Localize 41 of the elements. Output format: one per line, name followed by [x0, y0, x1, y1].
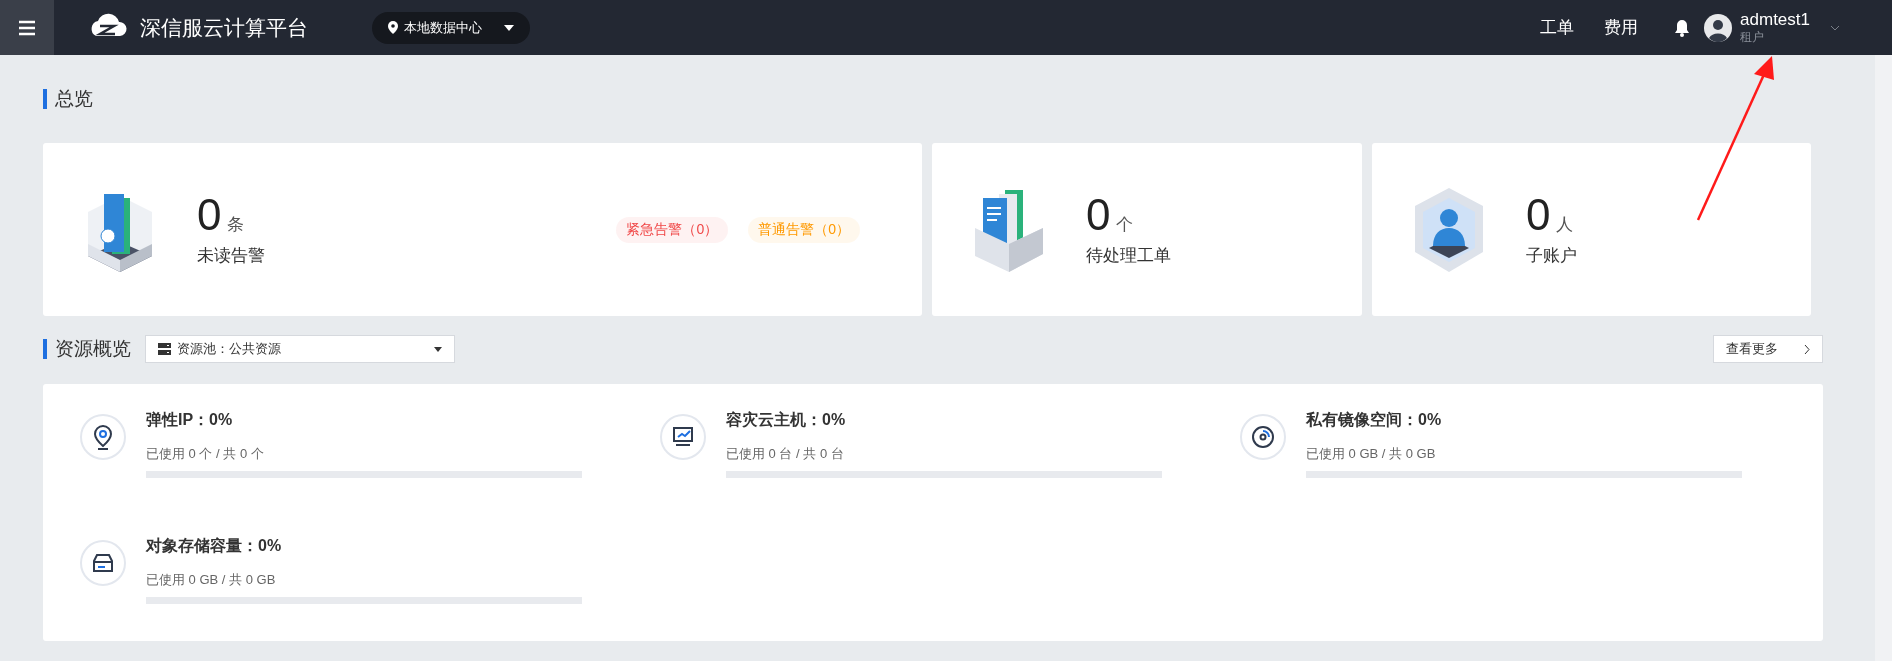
count-value: 0 — [1086, 192, 1111, 238]
menu-icon — [18, 19, 36, 36]
resource-title: 私有镜像空间：0% — [1306, 410, 1443, 430]
avatar-icon[interactable] — [1704, 13, 1733, 42]
chevron-right-icon — [1804, 343, 1810, 355]
caret-icon — [434, 346, 442, 352]
section-title: 总览 — [43, 89, 93, 109]
count-unit: 人 — [1556, 214, 1574, 236]
server-icon — [158, 343, 171, 355]
datacenter-selector[interactable]: 本地数据中心 — [372, 11, 530, 44]
resource-pool-select[interactable]: 资源池：公共资源 — [145, 335, 455, 363]
card-label: 子账户 — [1526, 245, 1577, 267]
bell-icon[interactable] — [1674, 18, 1691, 37]
resource-title: 弹性IP：0% — [146, 410, 234, 430]
count-value: 0 — [1526, 192, 1551, 238]
platform-title: 深信服云计算平台 — [140, 14, 308, 41]
nav-link[interactable]: 工单 — [1540, 16, 1575, 39]
disc-icon — [1251, 425, 1275, 449]
count-unit: 条 — [227, 214, 245, 236]
view-more-button[interactable]: 查看更多 — [1713, 335, 1823, 363]
user-role: 租户 — [1740, 30, 1766, 45]
card-label: 未读告警 — [197, 245, 265, 267]
section-title: 资源概览 — [43, 339, 131, 359]
user-name[interactable]: admtest1 — [1740, 10, 1810, 30]
nav-link[interactable]: 费用 — [1604, 16, 1639, 39]
usage-text: 已使用 0 台 / 共 0 台 — [726, 445, 845, 463]
count-unit: 个 — [1116, 214, 1134, 236]
monitor-chart-icon — [671, 425, 695, 449]
location-pin-icon — [388, 21, 398, 34]
location-pin-icon — [92, 424, 114, 450]
chevron-down-icon[interactable] — [1830, 24, 1840, 31]
resource-title: 容灾云主机：0% — [726, 410, 847, 430]
card-label: 待处理工单 — [1086, 245, 1171, 267]
menu-button[interactable] — [0, 0, 54, 55]
usage-text: 已使用 0 GB / 共 0 GB — [1306, 445, 1437, 463]
resource-title: 对象存储容量：0% — [146, 536, 283, 556]
usage-text: 已使用 0 GB / 共 0 GB — [146, 571, 277, 589]
count-value: 0 — [197, 192, 222, 238]
drive-icon — [91, 552, 115, 574]
usage-text: 已使用 0 个 / 共 0 个 — [146, 445, 265, 463]
caret-icon — [504, 24, 514, 31]
